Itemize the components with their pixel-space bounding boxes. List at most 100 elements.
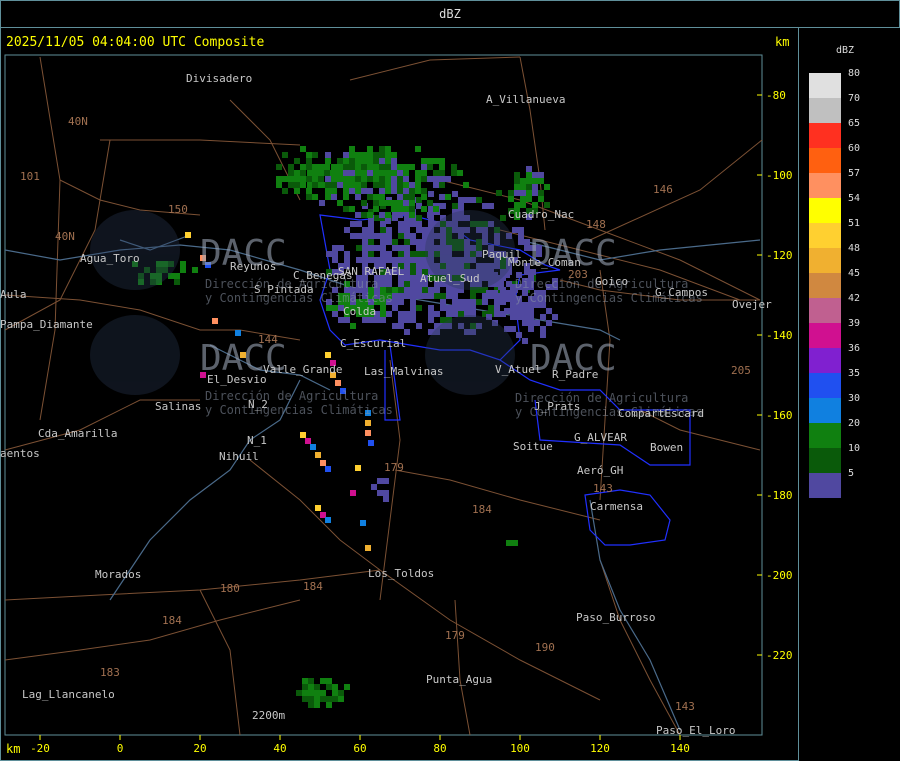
road-number: 146 — [653, 183, 673, 196]
echo-pixel — [496, 190, 502, 196]
echo-pixel — [325, 352, 331, 358]
echo-pixel — [356, 221, 362, 227]
echo-pixel — [528, 314, 534, 320]
echo-pixel — [404, 257, 410, 263]
echo-pixel — [377, 490, 383, 496]
echo-pixel — [302, 678, 308, 684]
echo-pixel — [398, 257, 404, 263]
echo-pixel — [410, 251, 416, 257]
legend-label: 10 — [848, 443, 861, 454]
echo-pixel — [386, 257, 392, 263]
echo-pixel — [439, 182, 445, 188]
echo-pixel — [434, 311, 440, 317]
echo-pixel — [385, 218, 391, 224]
road-number: 143 — [593, 482, 613, 495]
echo-pixel — [180, 267, 186, 273]
echo-pixel — [355, 465, 361, 471]
echo-pixel — [379, 194, 385, 200]
echo-pixel — [439, 194, 445, 200]
echo-pixel — [365, 545, 371, 551]
echo-pixel — [355, 158, 361, 164]
echo-pixel — [350, 233, 356, 239]
echo-pixel — [368, 245, 374, 251]
echo-pixel — [470, 299, 476, 305]
place-label: Nihuil — [219, 450, 259, 463]
echo-pixel — [452, 293, 458, 299]
echo-pixel — [532, 190, 538, 196]
echo-pixel — [398, 311, 404, 317]
echo-pixel — [458, 305, 464, 311]
x-tick-label: -20 — [30, 742, 50, 755]
echo-pixel — [540, 314, 546, 320]
echo-pixel — [325, 152, 331, 158]
echo-pixel — [385, 158, 391, 164]
place-label: G_ALVEAR — [574, 431, 627, 444]
echo-pixel — [373, 152, 379, 158]
legend-swatch — [809, 173, 841, 198]
echo-pixel — [404, 293, 410, 299]
legend-label: 57 — [848, 168, 861, 179]
echo-pixel — [361, 164, 367, 170]
echo-pixel — [439, 170, 445, 176]
echo-pixel — [379, 176, 385, 182]
echo-pixel — [421, 176, 427, 182]
echo-pixel — [356, 245, 362, 251]
echo-pixel — [288, 164, 294, 170]
echo-pixel — [288, 170, 294, 176]
legend-swatch — [809, 273, 841, 298]
place-label: Salinas — [155, 400, 201, 413]
echo-pixel — [410, 293, 416, 299]
echo-pixel — [331, 176, 337, 182]
echo-pixel — [451, 170, 457, 176]
echo-pixel — [312, 164, 318, 170]
echo-pixel — [532, 178, 538, 184]
echo-pixel — [385, 146, 391, 152]
legend-label: 36 — [848, 343, 861, 354]
echo-pixel — [380, 305, 386, 311]
legend-label: 54 — [848, 193, 861, 204]
echo-pixel — [361, 188, 367, 194]
echo-pixel — [392, 299, 398, 305]
echo-pixel — [397, 206, 403, 212]
echo-pixel — [445, 176, 451, 182]
echo-pixel — [343, 206, 349, 212]
echo-pixel — [516, 308, 522, 314]
legend-swatch — [809, 298, 841, 323]
echo-pixel — [463, 182, 469, 188]
echo-pixel — [300, 170, 306, 176]
echo-pixel — [391, 206, 397, 212]
echo-pixel — [318, 164, 324, 170]
road — [4, 599, 301, 661]
legend-swatch — [809, 223, 841, 248]
echo-pixel — [349, 206, 355, 212]
echo-pixel — [404, 239, 410, 245]
echo-pixel — [338, 696, 344, 702]
echo-pixel — [386, 281, 392, 287]
road-number: 148 — [586, 218, 606, 231]
echo-pixel — [398, 227, 404, 233]
echo-pixel — [500, 215, 506, 221]
echo-pixel — [398, 317, 404, 323]
echo-pixel — [434, 293, 440, 299]
echo-pixel — [362, 227, 368, 233]
echo-pixel — [508, 196, 514, 202]
echo-pixel — [343, 194, 349, 200]
echo-pixel — [416, 323, 422, 329]
echo-pixel — [409, 164, 415, 170]
place-label: Morados — [95, 568, 141, 581]
legend-label: 60 — [848, 143, 861, 154]
echo-pixel — [386, 311, 392, 317]
place-label: Ovejer — [732, 298, 772, 311]
radar-map[interactable]: DACC DACC DACC DACC Dirección de Agricul… — [0, 0, 900, 761]
echo-pixel — [428, 191, 434, 197]
echo-pixel — [379, 182, 385, 188]
echo-pixel — [534, 320, 540, 326]
echo-pixel — [415, 170, 421, 176]
echo-pixel — [379, 146, 385, 152]
echo-pixel — [397, 176, 403, 182]
echo-pixel — [367, 146, 373, 152]
echo-pixel — [325, 194, 331, 200]
echo-pixel — [361, 212, 367, 218]
border — [584, 489, 671, 546]
echo-pixel — [349, 146, 355, 152]
